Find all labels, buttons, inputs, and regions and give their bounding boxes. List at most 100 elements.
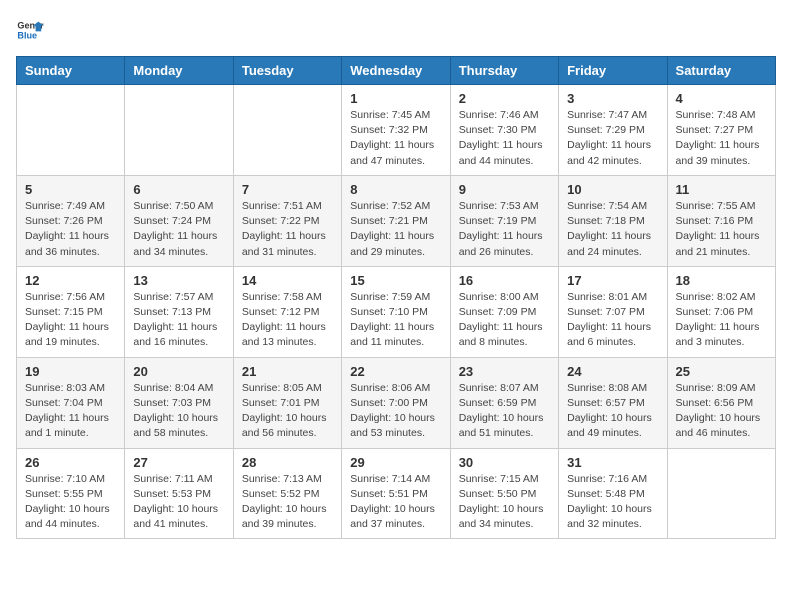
calendar-cell: 19Sunrise: 8:03 AM Sunset: 7:04 PM Dayli… — [17, 357, 125, 448]
day-info: Sunrise: 8:04 AM Sunset: 7:03 PM Dayligh… — [133, 381, 224, 442]
day-number: 5 — [25, 182, 116, 197]
weekday-header-wednesday: Wednesday — [342, 57, 450, 85]
day-number: 4 — [676, 91, 767, 106]
day-info: Sunrise: 8:07 AM Sunset: 6:59 PM Dayligh… — [459, 381, 550, 442]
day-info: Sunrise: 7:46 AM Sunset: 7:30 PM Dayligh… — [459, 108, 550, 169]
day-number: 1 — [350, 91, 441, 106]
calendar-cell: 22 Sunrise: 8:06 AM Sunset: 7:00 PM Dayli… — [342, 357, 450, 448]
calendar-cell: 4 Sunrise: 7:48 AM Sunset: 7:27 PM Daylig… — [667, 85, 775, 176]
calendar-cell: 20 Sunrise: 8:04 AM Sunset: 7:03 PM Dayli… — [125, 357, 233, 448]
day-number: 20 — [133, 364, 224, 379]
day-number: 15 — [350, 273, 441, 288]
day-number: 3 — [567, 91, 658, 106]
calendar-week-row: 26 Sunrise: 7:10 AM Sunset: 5:55 PM Dayli… — [17, 448, 776, 539]
day-info: Sunrise: 7:47 AM Sunset: 7:29 PM Dayligh… — [567, 108, 658, 169]
calendar-cell: 28 Sunrise: 7:13 AM Sunset: 5:52 PM Dayli… — [233, 448, 341, 539]
calendar-cell — [667, 448, 775, 539]
day-info: Sunrise: 8:05 AM Sunset: 7:01 PM Dayligh… — [242, 381, 333, 442]
calendar-cell: 1 Sunrise: 7:45 AM Sunset: 7:32 PM Daylig… — [342, 85, 450, 176]
calendar-cell: 26 Sunrise: 7:10 AM Sunset: 5:55 PM Dayli… — [17, 448, 125, 539]
day-info: Sunrise: 7:16 AM Sunset: 5:48 PM Dayligh… — [567, 472, 658, 533]
day-number: 21 — [242, 364, 333, 379]
day-info: Sunrise: 7:57 AM Sunset: 7:13 PM Dayligh… — [133, 290, 224, 351]
day-info: Sunrise: 8:00 AM Sunset: 7:09 PM Dayligh… — [459, 290, 550, 351]
calendar-cell: 12 Sunrise: 7:56 AM Sunset: 7:15 PM Dayli… — [17, 266, 125, 357]
calendar-cell: 6 Sunrise: 7:50 AM Sunset: 7:24 PM Daylig… — [125, 175, 233, 266]
day-number: 22 — [350, 364, 441, 379]
calendar-cell: 2 Sunrise: 7:46 AM Sunset: 7:30 PM Daylig… — [450, 85, 558, 176]
day-number: 7 — [242, 182, 333, 197]
calendar-cell: 8Sunrise: 7:52 AM Sunset: 7:21 PM Daylig… — [342, 175, 450, 266]
calendar-week-row: 1 Sunrise: 7:45 AM Sunset: 7:32 PM Daylig… — [17, 85, 776, 176]
calendar-cell: 7 Sunrise: 7:51 AM Sunset: 7:22 PM Daylig… — [233, 175, 341, 266]
day-number: 14 — [242, 273, 333, 288]
day-info: Sunrise: 7:45 AM Sunset: 7:32 PM Dayligh… — [350, 108, 441, 169]
day-info: Sunrise: 7:10 AM Sunset: 5:55 PM Dayligh… — [25, 472, 116, 533]
day-number: 11 — [676, 182, 767, 197]
weekday-header-sunday: Sunday — [17, 57, 125, 85]
day-info: Sunrise: 7:51 AM Sunset: 7:22 PM Dayligh… — [242, 199, 333, 260]
day-number: 17 — [567, 273, 658, 288]
day-number: 12 — [25, 273, 116, 288]
day-number: 30 — [459, 455, 550, 470]
day-number: 2 — [459, 91, 550, 106]
calendar-cell: 24Sunrise: 8:08 AM Sunset: 6:57 PM Dayli… — [559, 357, 667, 448]
calendar-cell — [233, 85, 341, 176]
calendar-cell: 31Sunrise: 7:16 AM Sunset: 5:48 PM Dayli… — [559, 448, 667, 539]
day-info: Sunrise: 7:13 AM Sunset: 5:52 PM Dayligh… — [242, 472, 333, 533]
day-info: Sunrise: 8:06 AM Sunset: 7:00 PM Dayligh… — [350, 381, 441, 442]
day-info: Sunrise: 8:01 AM Sunset: 7:07 PM Dayligh… — [567, 290, 658, 351]
day-number: 24 — [567, 364, 658, 379]
day-info: Sunrise: 7:50 AM Sunset: 7:24 PM Dayligh… — [133, 199, 224, 260]
logo-icon: General Blue — [16, 16, 44, 44]
calendar-cell: 18 Sunrise: 8:02 AM Sunset: 7:06 PM Dayli… — [667, 266, 775, 357]
calendar-cell: 29 Sunrise: 7:14 AM Sunset: 5:51 PM Dayli… — [342, 448, 450, 539]
day-info: Sunrise: 7:56 AM Sunset: 7:15 PM Dayligh… — [25, 290, 116, 351]
day-number: 6 — [133, 182, 224, 197]
calendar-cell: 15 Sunrise: 7:59 AM Sunset: 7:10 PM Dayli… — [342, 266, 450, 357]
day-number: 26 — [25, 455, 116, 470]
calendar-cell: 13 Sunrise: 7:57 AM Sunset: 7:13 PM Dayli… — [125, 266, 233, 357]
day-number: 13 — [133, 273, 224, 288]
day-info: Sunrise: 7:14 AM Sunset: 5:51 PM Dayligh… — [350, 472, 441, 533]
page-header: General Blue — [16, 16, 776, 44]
day-info: Sunrise: 7:58 AM Sunset: 7:12 PM Dayligh… — [242, 290, 333, 351]
day-info: Sunrise: 8:09 AM Sunset: 6:56 PM Dayligh… — [676, 381, 767, 442]
calendar-cell: 9Sunrise: 7:53 AM Sunset: 7:19 PM Daylig… — [450, 175, 558, 266]
day-info: Sunrise: 7:55 AM Sunset: 7:16 PM Dayligh… — [676, 199, 767, 260]
day-number: 23 — [459, 364, 550, 379]
day-info: Sunrise: 7:15 AM Sunset: 5:50 PM Dayligh… — [459, 472, 550, 533]
calendar-week-row: 19Sunrise: 8:03 AM Sunset: 7:04 PM Dayli… — [17, 357, 776, 448]
day-number: 27 — [133, 455, 224, 470]
svg-text:Blue: Blue — [17, 30, 37, 40]
calendar-cell — [125, 85, 233, 176]
calendar-cell — [17, 85, 125, 176]
day-info: Sunrise: 7:54 AM Sunset: 7:18 PM Dayligh… — [567, 199, 658, 260]
calendar-week-row: 5 Sunrise: 7:49 AM Sunset: 7:26 PM Daylig… — [17, 175, 776, 266]
day-number: 18 — [676, 273, 767, 288]
day-info: Sunrise: 7:49 AM Sunset: 7:26 PM Dayligh… — [25, 199, 116, 260]
day-number: 28 — [242, 455, 333, 470]
day-info: Sunrise: 8:02 AM Sunset: 7:06 PM Dayligh… — [676, 290, 767, 351]
day-number: 16 — [459, 273, 550, 288]
day-number: 25 — [676, 364, 767, 379]
day-number: 29 — [350, 455, 441, 470]
calendar-cell: 21 Sunrise: 8:05 AM Sunset: 7:01 PM Dayli… — [233, 357, 341, 448]
calendar-cell: 11 Sunrise: 7:55 AM Sunset: 7:16 PM Dayli… — [667, 175, 775, 266]
logo: General Blue — [16, 16, 44, 44]
calendar-cell: 27 Sunrise: 7:11 AM Sunset: 5:53 PM Dayli… — [125, 448, 233, 539]
calendar-cell: 14 Sunrise: 7:58 AM Sunset: 7:12 PM Dayli… — [233, 266, 341, 357]
day-info: Sunrise: 7:48 AM Sunset: 7:27 PM Dayligh… — [676, 108, 767, 169]
calendar-cell: 10 Sunrise: 7:54 AM Sunset: 7:18 PM Dayli… — [559, 175, 667, 266]
day-info: Sunrise: 7:59 AM Sunset: 7:10 PM Dayligh… — [350, 290, 441, 351]
day-info: Sunrise: 7:53 AM Sunset: 7:19 PM Dayligh… — [459, 199, 550, 260]
calendar-cell: 16 Sunrise: 8:00 AM Sunset: 7:09 PM Dayli… — [450, 266, 558, 357]
calendar-week-row: 12 Sunrise: 7:56 AM Sunset: 7:15 PM Dayli… — [17, 266, 776, 357]
calendar-cell: 30 Sunrise: 7:15 AM Sunset: 5:50 PM Dayli… — [450, 448, 558, 539]
calendar-cell: 23 Sunrise: 8:07 AM Sunset: 6:59 PM Dayli… — [450, 357, 558, 448]
weekday-header-row: SundayMondayTuesdayWednesdayThursdayFrid… — [17, 57, 776, 85]
day-info: Sunrise: 7:11 AM Sunset: 5:53 PM Dayligh… — [133, 472, 224, 533]
calendar-cell: 17 Sunrise: 8:01 AM Sunset: 7:07 PM Dayli… — [559, 266, 667, 357]
day-number: 10 — [567, 182, 658, 197]
day-number: 8 — [350, 182, 441, 197]
